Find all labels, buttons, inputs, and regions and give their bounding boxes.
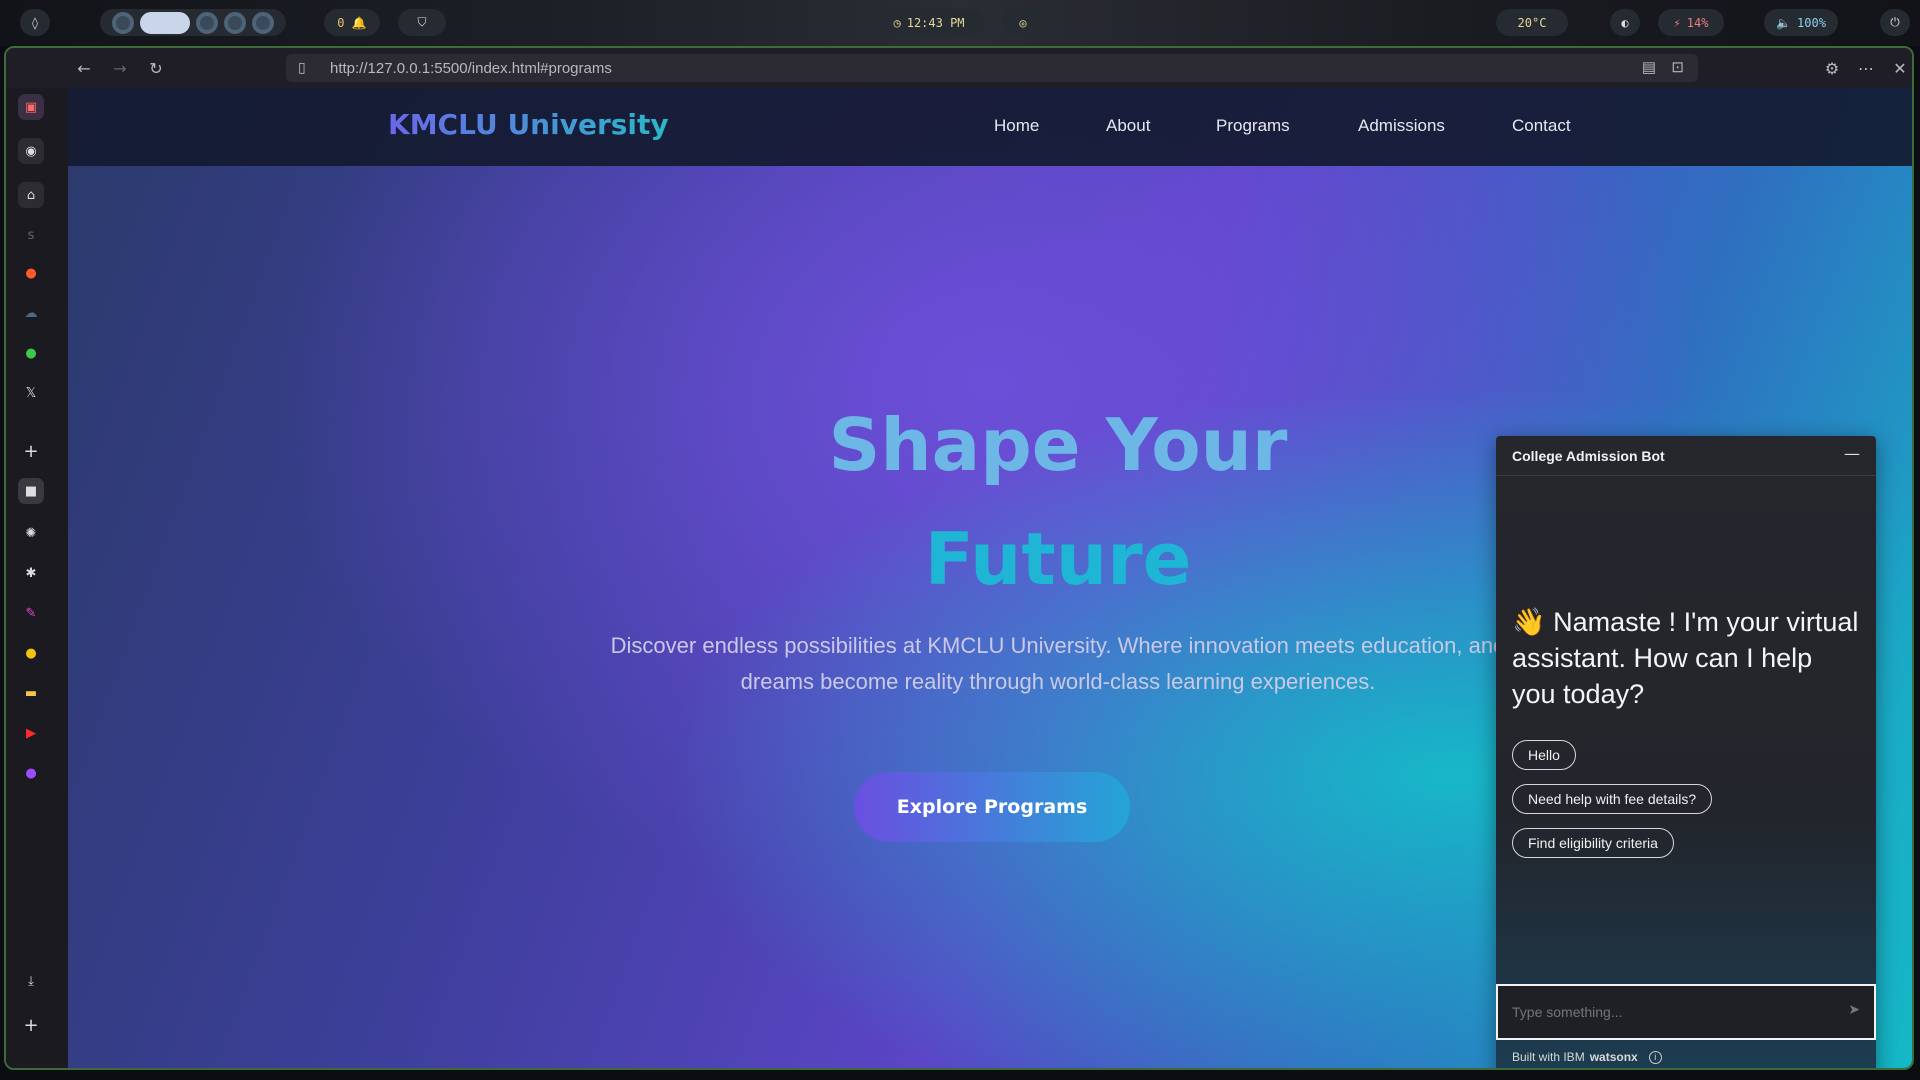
- browser-toolbar: ← → ↻ ▯ http://127.0.0.1:5500/index.html…: [6, 48, 1912, 88]
- browser-sidebar: ▣ ◉ ⌂ s ● ☁ ● 𝕏 + ■ ✺ ✱ ✎ ● ▬ ▶ ● ⤓ +: [6, 88, 68, 1068]
- chat-input[interactable]: [1496, 984, 1876, 1040]
- cloud-icon[interactable]: ☁: [18, 300, 44, 326]
- workspace-5[interactable]: [252, 11, 274, 34]
- footer-brand: watsonx: [1589, 1050, 1638, 1064]
- site-logo[interactable]: KMCLU University: [388, 108, 669, 141]
- webpage: KMCLU University Home About Programs Adm…: [68, 88, 1912, 1068]
- workspace-4[interactable]: [224, 11, 246, 34]
- openai-icon[interactable]: ✺: [18, 520, 44, 546]
- menu-icon[interactable]: ⋯: [1854, 56, 1878, 80]
- nav-programs[interactable]: Programs: [1216, 116, 1290, 136]
- footer-prefix: Built with IBM: [1512, 1050, 1585, 1064]
- reload-icon[interactable]: ↻: [144, 56, 168, 80]
- bookmark-icon[interactable]: ⊡: [1671, 58, 1684, 76]
- hero-subtitle: Discover endless possibilities at KMCLU …: [610, 633, 1506, 694]
- download-icon[interactable]: ⤓: [18, 968, 44, 994]
- hero-title-line2: Future: [924, 517, 1192, 601]
- site-navbar: KMCLU University Home About Programs Adm…: [68, 88, 1912, 166]
- clock[interactable]: ◷ 12:43 PM: [874, 9, 984, 36]
- workspace-active[interactable]: [140, 11, 190, 34]
- workspace-3[interactable]: [196, 11, 218, 34]
- blank-tab-icon[interactable]: ■: [18, 478, 44, 504]
- nav-admissions[interactable]: Admissions: [1358, 116, 1445, 136]
- battery[interactable]: ⚡ 14%: [1658, 9, 1724, 36]
- minimize-icon[interactable]: —: [1842, 444, 1862, 464]
- x-icon[interactable]: 𝕏: [18, 380, 44, 406]
- power-icon[interactable]: ⏻: [1880, 9, 1910, 36]
- s-icon[interactable]: s: [18, 222, 44, 248]
- reader-mode-icon[interactable]: ▤: [1642, 58, 1656, 76]
- back-icon[interactable]: ←: [72, 56, 96, 80]
- volume-text: 100%: [1797, 15, 1826, 30]
- send-icon[interactable]: ➤: [1848, 1002, 1860, 1018]
- home-icon[interactable]: ⌂: [18, 182, 44, 208]
- notifications[interactable]: 0 🔔: [324, 9, 380, 36]
- workspaces[interactable]: [100, 9, 286, 36]
- chat-title: College Admission Bot: [1512, 447, 1665, 464]
- chat-widget: College Admission Bot — 👋 Namaste ! I'm …: [1496, 436, 1876, 1068]
- chip-fee-details[interactable]: Need help with fee details?: [1512, 784, 1713, 814]
- url-text: http://127.0.0.1:5500/index.html#program…: [330, 59, 612, 77]
- launcher-icon[interactable]: ◊: [20, 9, 50, 36]
- battery-text: 14%: [1686, 15, 1709, 30]
- address-bar[interactable]: ▯ http://127.0.0.1:5500/index.html#progr…: [286, 54, 1698, 82]
- youtube-icon[interactable]: ▶: [18, 720, 44, 746]
- reddit-icon[interactable]: ●: [18, 260, 44, 286]
- hero-title: Shape Your Future: [608, 388, 1508, 616]
- close-icon[interactable]: ✕: [1888, 56, 1912, 80]
- ai-icon[interactable]: ✱: [18, 560, 44, 586]
- coin-icon[interactable]: ●: [18, 640, 44, 666]
- add-icon[interactable]: +: [18, 1012, 44, 1038]
- privacy-icon[interactable]: ●: [18, 760, 44, 786]
- chat-footer: Built with IBM watsonx i: [1512, 1050, 1662, 1064]
- weather[interactable]: 20°C: [1496, 9, 1568, 36]
- clock-text: 12:43 PM: [906, 15, 965, 30]
- chat-header: College Admission Bot: [1496, 436, 1876, 476]
- volume[interactable]: 🔈 100%: [1764, 9, 1838, 36]
- eye-off-icon[interactable]: ◎: [1002, 9, 1044, 36]
- weather-text: 20°C: [1517, 15, 1547, 30]
- hero-title-line1: Shape Your: [828, 403, 1288, 487]
- forward-icon[interactable]: →: [108, 56, 132, 80]
- workspace-1[interactable]: [112, 11, 134, 34]
- add-panel-icon[interactable]: +: [18, 438, 44, 464]
- nav-home[interactable]: Home: [994, 116, 1039, 136]
- extensions-icon[interactable]: ⚙: [1820, 56, 1844, 80]
- night-mode-icon[interactable]: ◐: [1610, 9, 1640, 36]
- whatsapp-icon[interactable]: ●: [18, 340, 44, 366]
- explore-programs-button[interactable]: Explore Programs: [854, 772, 1130, 842]
- notes-icon[interactable]: ▬: [18, 680, 44, 706]
- calendar-icon[interactable]: ▣: [18, 94, 44, 120]
- page-icon: ▯: [298, 59, 306, 75]
- chip-hello[interactable]: Hello: [1512, 740, 1576, 770]
- chip-eligibility[interactable]: Find eligibility criteria: [1512, 828, 1674, 858]
- nav-contact[interactable]: Contact: [1512, 116, 1571, 136]
- chat-greeting: 👋 Namaste ! I'm your virtual assistant. …: [1512, 607, 1859, 709]
- info-icon[interactable]: i: [1648, 1050, 1662, 1064]
- system-bar: ◊ 0 🔔 ⛉ ◷ 12:43 PM ◎ 20°C ◐ ⚡ 14% 🔈 100% ⏻: [0, 0, 1920, 46]
- tray-app-icon[interactable]: ⛉: [398, 9, 446, 36]
- github-icon[interactable]: ◉: [18, 138, 44, 164]
- nav-about[interactable]: About: [1106, 116, 1150, 136]
- browser-window: ← → ↻ ▯ http://127.0.0.1:5500/index.html…: [4, 46, 1914, 1070]
- pen-icon[interactable]: ✎: [18, 600, 44, 626]
